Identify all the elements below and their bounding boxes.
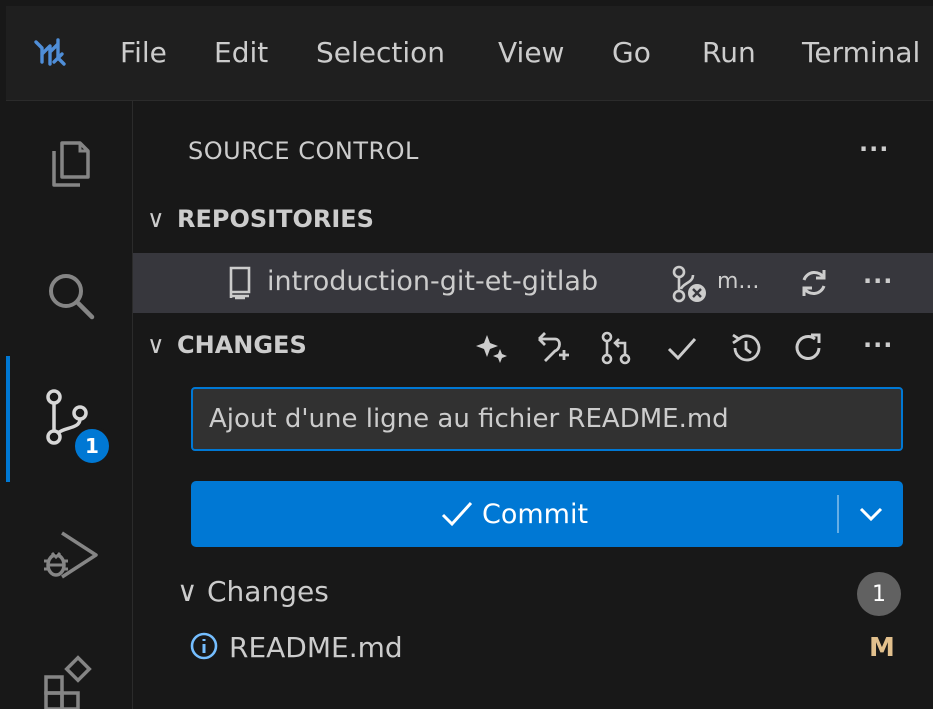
- commit-label: Commit: [481, 498, 589, 530]
- menu-bar: File Edit Selection View Go Run Terminal: [6, 6, 933, 101]
- scm-badge: 1: [72, 426, 112, 466]
- changes-group-header[interactable]: ∨ Changes: [177, 575, 329, 608]
- check-icon: [441, 501, 473, 527]
- file-name: README.md: [229, 631, 403, 664]
- extensions-icon[interactable]: [40, 655, 100, 709]
- commit-message-input[interactable]: [191, 387, 903, 451]
- panel-title: SOURCE CONTROL: [188, 137, 419, 165]
- repo-icon: [229, 266, 251, 300]
- menu-selection[interactable]: Selection: [316, 36, 445, 70]
- commit-button[interactable]: Commit: [191, 481, 903, 547]
- menu-view[interactable]: View: [498, 36, 564, 70]
- repo-more-icon[interactable]: ···: [863, 267, 893, 295]
- commit-main-action[interactable]: Commit: [191, 481, 837, 547]
- branch-lock-icon[interactable]: [669, 265, 711, 303]
- undo-add-icon[interactable]: [535, 331, 569, 365]
- chevron-down-icon: ∨: [147, 205, 165, 233]
- branch-name[interactable]: m...: [717, 269, 759, 294]
- changes-header[interactable]: ∨ CHANGES: [147, 331, 307, 359]
- more-actions-icon[interactable]: ···: [859, 135, 889, 163]
- menu-run[interactable]: Run: [702, 36, 756, 70]
- active-indicator: [6, 356, 10, 482]
- menu-terminal[interactable]: Terminal: [802, 36, 920, 70]
- activity-bar: 1: [6, 101, 133, 709]
- vscode-window: File Edit Selection View Go Run Terminal…: [6, 6, 933, 709]
- repositories-label: REPOSITORIES: [177, 205, 374, 233]
- search-icon[interactable]: [40, 265, 100, 325]
- chevron-down-icon: ∨: [147, 331, 165, 359]
- changes-more-icon[interactable]: ···: [863, 331, 893, 359]
- info-icon: [190, 632, 218, 660]
- chevron-down-icon: ∨: [177, 575, 198, 608]
- pull-request-icon[interactable]: [599, 331, 633, 365]
- file-row[interactable]: README.md: [189, 631, 403, 664]
- run-debug-icon[interactable]: [40, 525, 100, 585]
- menu-file[interactable]: File: [120, 36, 167, 70]
- changes-group-label: Changes: [207, 575, 329, 608]
- changes-label: CHANGES: [177, 331, 307, 359]
- changes-count-badge: 1: [857, 572, 901, 616]
- repositories-header[interactable]: ∨ REPOSITORIES: [147, 205, 374, 233]
- refresh-icon[interactable]: [791, 331, 825, 365]
- commit-check-icon[interactable]: [665, 331, 699, 365]
- explorer-icon[interactable]: [40, 135, 100, 195]
- source-control-panel: SOURCE CONTROL ··· ∨ REPOSITORIES introdu…: [133, 101, 933, 709]
- chevron-down-icon: [859, 507, 883, 522]
- app-logo-icon: [34, 38, 66, 66]
- repository-row[interactable]: introduction-git-et-gitlab m... ···: [133, 253, 933, 313]
- menu-go[interactable]: Go: [612, 36, 651, 70]
- sync-icon[interactable]: [797, 266, 831, 300]
- repo-name: introduction-git-et-gitlab: [267, 266, 599, 297]
- sparkle-icon[interactable]: [475, 331, 509, 365]
- commit-dropdown[interactable]: [839, 481, 903, 547]
- history-icon[interactable]: [729, 331, 763, 365]
- menu-edit[interactable]: Edit: [214, 36, 268, 70]
- file-status-badge: M: [869, 633, 895, 663]
